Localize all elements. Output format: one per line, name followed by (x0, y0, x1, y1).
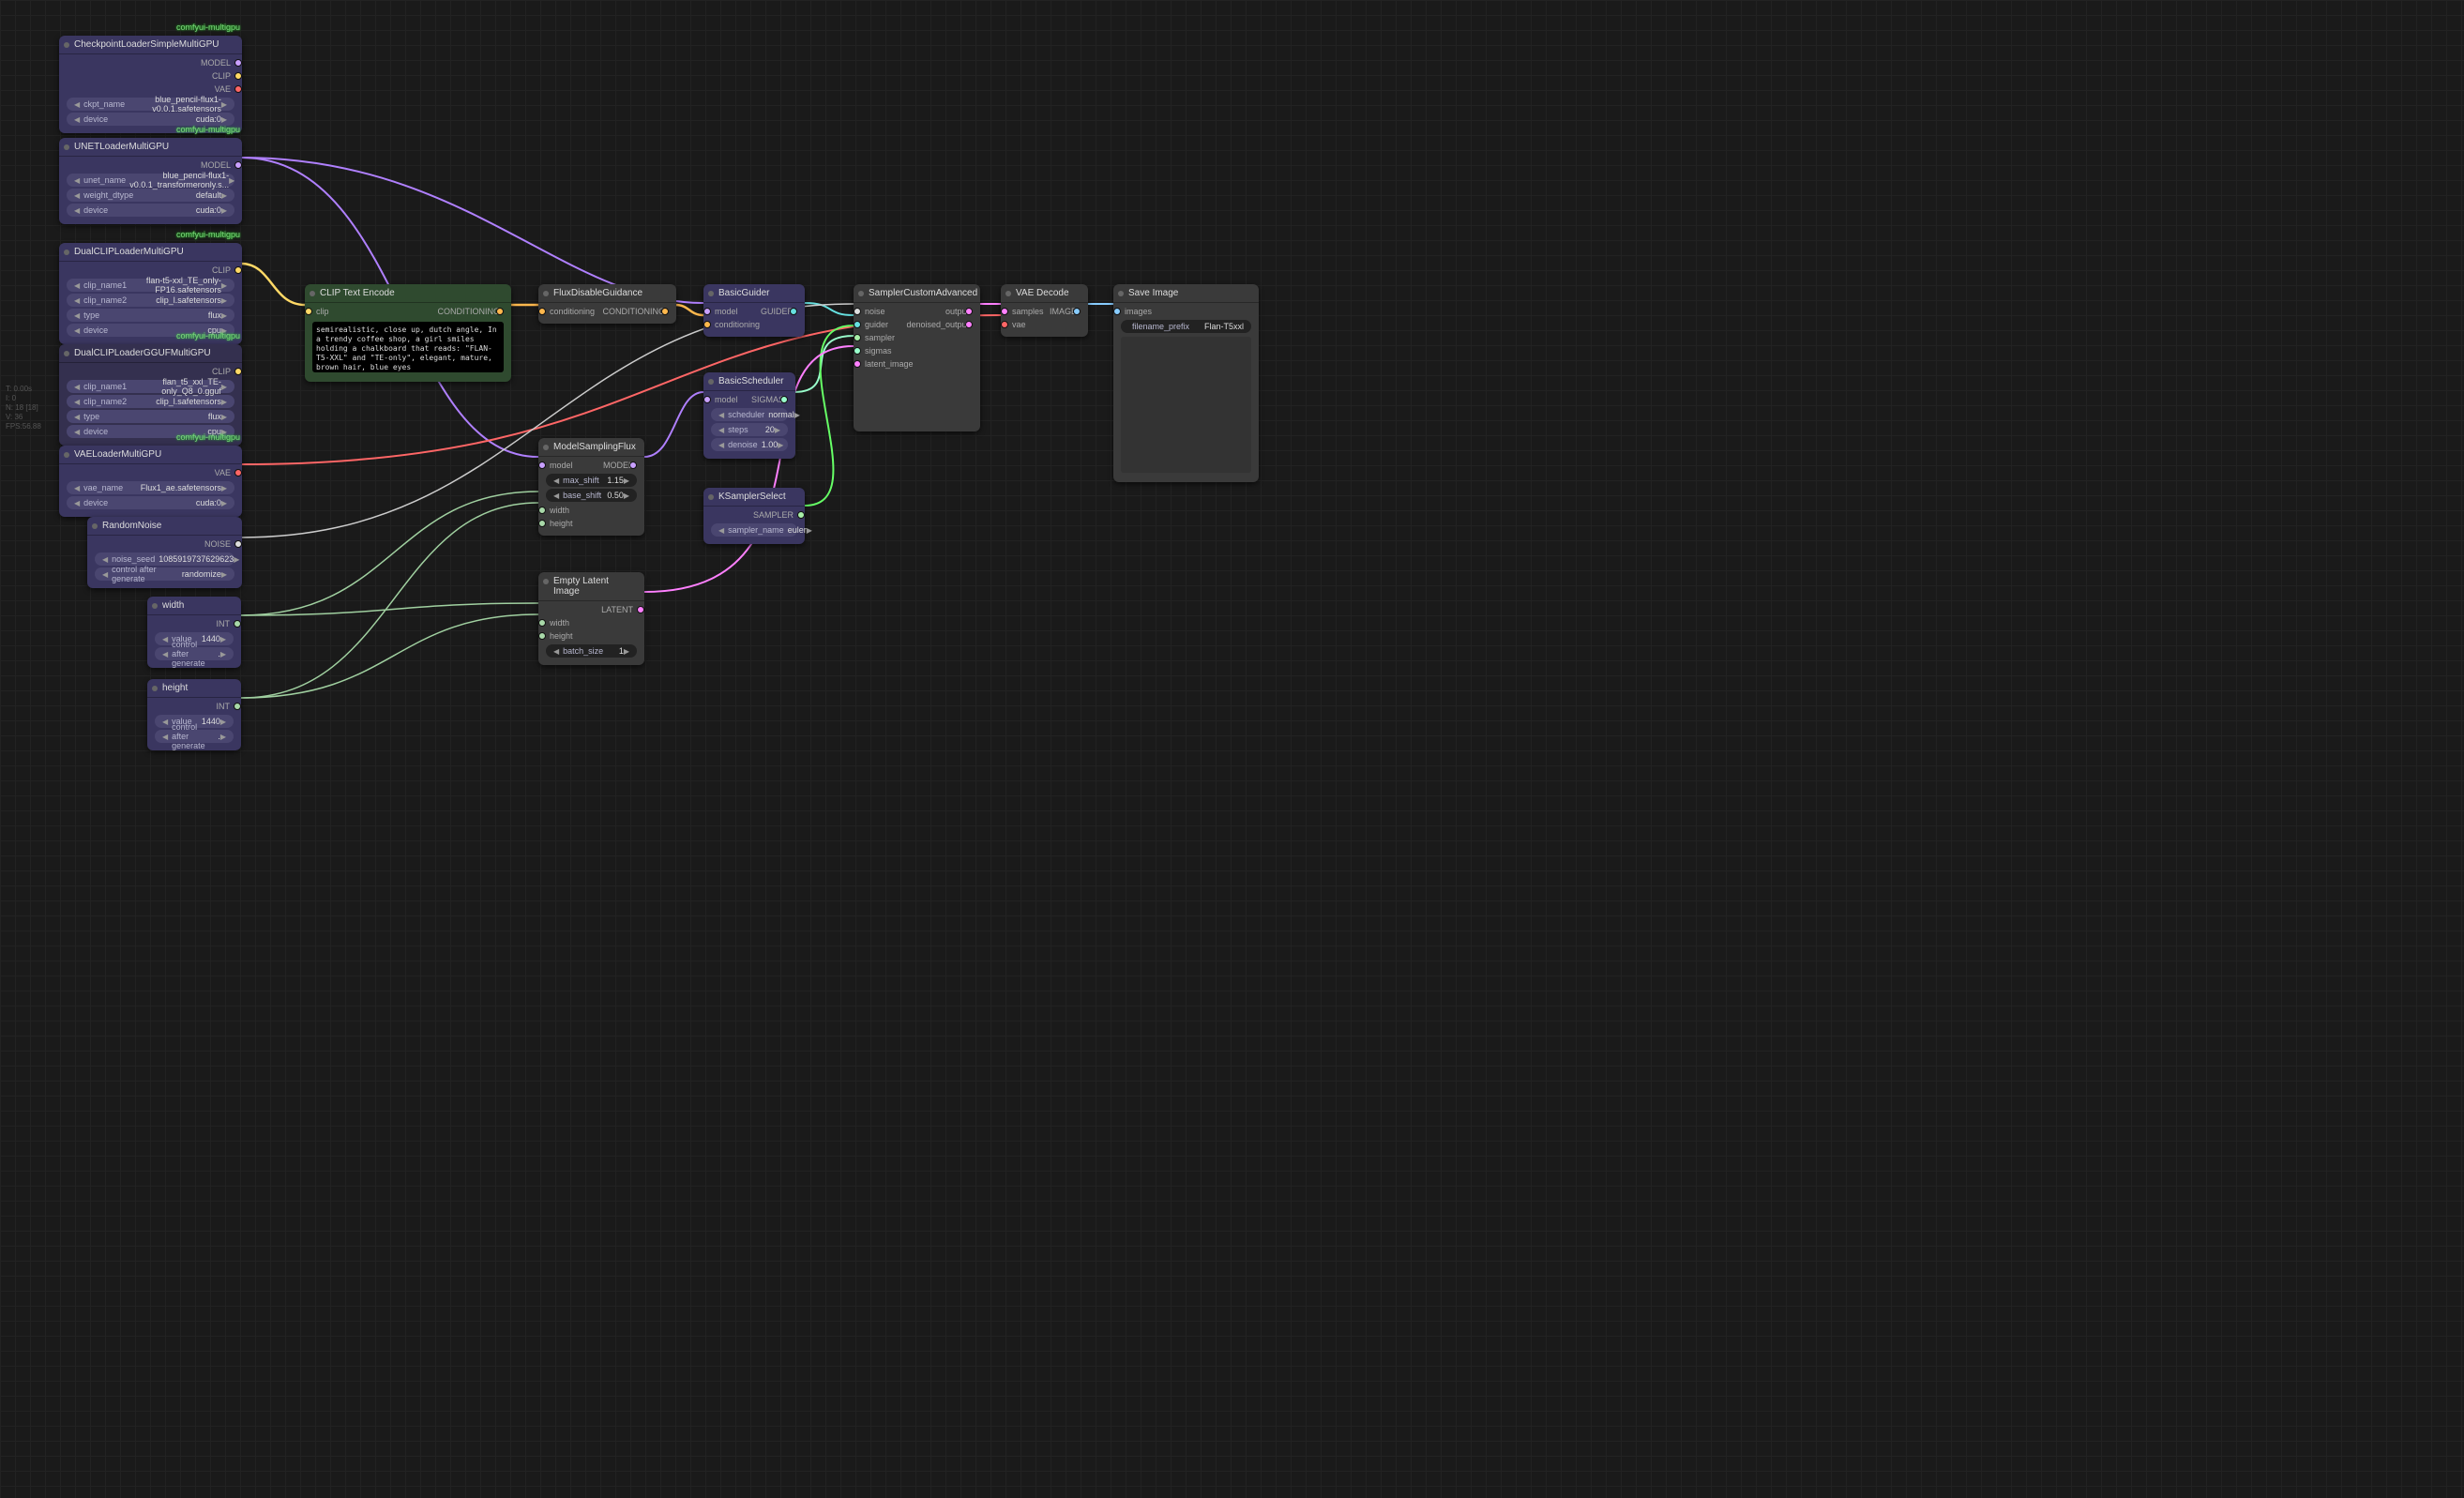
widget-scheduler[interactable]: ◀schedulernormal▶ (711, 408, 788, 421)
tag-multigpu: comfyui-multigpu (176, 331, 240, 340)
node-title: RandomNoise (102, 521, 161, 531)
widget-batch-size[interactable]: ◀batch_size1▶ (546, 644, 637, 658)
widget-noise-seed[interactable]: ◀noise_seed1085919737629623▶ (95, 552, 234, 566)
tag-multigpu: comfyui-multigpu (176, 125, 240, 134)
node-title: BasicScheduler (718, 376, 783, 386)
node-title: VAE Decode (1016, 288, 1069, 298)
node-basic-guider[interactable]: BasicGuider model GUIDER conditioning (703, 284, 805, 337)
widget-max-shift[interactable]: ◀max_shift1.15▶ (546, 474, 637, 487)
node-title: VAELoaderMultiGPU (74, 449, 161, 460)
node-title: UNETLoaderMultiGPU (74, 142, 169, 152)
node-width[interactable]: width INT ◀value1440▶ ◀control after gen… (147, 597, 241, 668)
node-title: FluxDisableGuidance (553, 288, 642, 298)
node-title: DualCLIPLoaderGGUFMultiGPU (74, 348, 211, 358)
node-sampler-custom-advanced[interactable]: SamplerCustomAdvanced noise output guide… (854, 284, 980, 431)
image-preview (1121, 337, 1251, 473)
node-empty-latent[interactable]: Empty Latent Image LATENT width height ◀… (538, 572, 644, 665)
node-flux-disable-guidance[interactable]: FluxDisableGuidance conditioning CONDITI… (538, 284, 676, 324)
widget-type[interactable]: ◀typeflux▶ (67, 410, 234, 423)
node-checkpoint-loader[interactable]: comfyui-multigpu CheckpointLoaderSimpleM… (59, 36, 242, 133)
node-title: Save Image (1128, 288, 1178, 298)
widget-steps[interactable]: ◀steps20▶ (711, 423, 788, 436)
node-title: Empty Latent Image (553, 576, 609, 597)
widget-control-after[interactable]: ◀control after generaterandomize▶ (95, 567, 234, 581)
widget-ckpt-name[interactable]: ◀ckpt_nameblue_pencil-flux1-v0.0.1.safet… (67, 98, 234, 111)
widget-sampler-name[interactable]: ◀sampler_nameeuler▶ (711, 523, 797, 537)
node-clip-text-encode[interactable]: CLIP Text Encode clip CONDITIONING semir… (305, 284, 511, 382)
node-title: CLIP Text Encode (320, 288, 395, 298)
widget-type[interactable]: ◀typeflux▶ (67, 309, 234, 322)
node-random-noise[interactable]: RandomNoise NOISE ◀noise_seed10859197376… (87, 517, 242, 588)
node-title: height (162, 683, 188, 693)
node-title: KSamplerSelect (718, 492, 786, 502)
node-title: CheckpointLoaderSimpleMultiGPU (74, 39, 219, 50)
node-model-sampling-flux[interactable]: ModelSamplingFlux model MODEL ◀max_shift… (538, 438, 644, 536)
node-unet-loader[interactable]: comfyui-multigpu UNETLoaderMultiGPU MODE… (59, 138, 242, 224)
widget-vae-name[interactable]: ◀vae_nameFlux1_ae.safetensors▶ (67, 481, 234, 494)
tag-multigpu: comfyui-multigpu (176, 230, 240, 239)
widget-clip2[interactable]: ◀clip_name2clip_l.safetensors▶ (67, 294, 234, 307)
prompt-textarea[interactable]: semirealistic, close up, dutch angle, In… (312, 322, 504, 372)
widget-clip1[interactable]: ◀clip_name1flan-t5-xxl_TE_only-FP16.safe… (67, 279, 234, 292)
widget-clip1[interactable]: ◀clip_name1flan_t5_xxl_TE-only_Q8_0.gguf… (67, 380, 234, 393)
node-vae-decode[interactable]: VAE Decode samples IMAGE vae (1001, 284, 1088, 337)
node-ksampler-select[interactable]: KSamplerSelect SAMPLER ◀sampler_nameeule… (703, 488, 805, 544)
node-dualclip-loader[interactable]: comfyui-multigpu DualCLIPLoaderMultiGPU … (59, 243, 242, 344)
widget-control-after[interactable]: ◀control after generate.▶ (155, 730, 234, 743)
node-title: DualCLIPLoaderMultiGPU (74, 247, 184, 257)
widget-clip2[interactable]: ◀clip_name2clip_l.safetensors▶ (67, 395, 234, 408)
widget-denoise[interactable]: ◀denoise1.00▶ (711, 438, 788, 451)
widget-filename-prefix[interactable]: filename_prefixFlan-T5xxl (1121, 320, 1251, 333)
widget-base-shift[interactable]: ◀base_shift0.50▶ (546, 489, 637, 502)
node-vae-loader[interactable]: comfyui-multigpu VAELoaderMultiGPU VAE ◀… (59, 446, 242, 517)
node-title: BasicGuider (718, 288, 769, 298)
node-basic-scheduler[interactable]: BasicScheduler model SIGMAS ◀schedulerno… (703, 372, 795, 459)
widget-device[interactable]: ◀devicecuda:0▶ (67, 204, 234, 217)
perf-stats: T: 0.00s I: 0 N: 18 [18] V: 36 FPS:56.88 (6, 385, 41, 431)
node-title: width (162, 600, 184, 611)
tag-multigpu: comfyui-multigpu (176, 432, 240, 442)
widget-weight-dtype[interactable]: ◀weight_dtypedefault▶ (67, 189, 234, 202)
node-dualclip-gguf-loader[interactable]: comfyui-multigpu DualCLIPLoaderGGUFMulti… (59, 344, 242, 446)
widget-device[interactable]: ◀devicecuda:0▶ (67, 496, 234, 509)
node-title: ModelSamplingFlux (553, 442, 636, 452)
widget-control-after[interactable]: ◀control after generate.▶ (155, 647, 234, 660)
tag-multigpu: comfyui-multigpu (176, 23, 240, 32)
widget-device[interactable]: ◀devicecuda:0▶ (67, 113, 234, 126)
node-height[interactable]: height INT ◀value1440▶ ◀control after ge… (147, 679, 241, 750)
node-title: SamplerCustomAdvanced (869, 288, 977, 298)
node-save-image[interactable]: Save Image images filename_prefixFlan-T5… (1113, 284, 1259, 482)
canvas[interactable]: T: 0.00s I: 0 N: 18 [18] V: 36 FPS:56.88… (0, 0, 1388, 798)
widget-unet-name[interactable]: ◀unet_nameblue_pencil-flux1-v0.0.1_trans… (67, 174, 234, 187)
